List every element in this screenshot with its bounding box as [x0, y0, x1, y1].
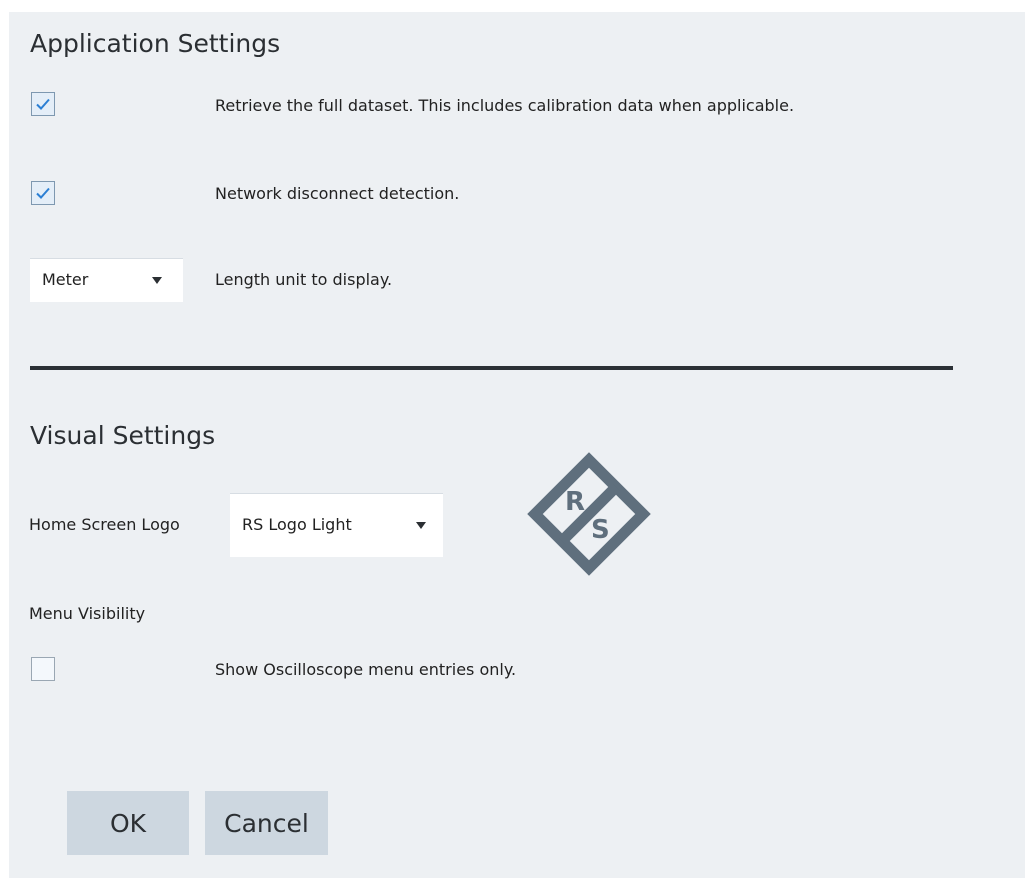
full-dataset-label: Retrieve the full dataset. This includes… [215, 96, 795, 115]
checkmark-icon [36, 98, 50, 110]
length-unit-value: Meter [42, 270, 89, 289]
network-disconnect-label: Network disconnect detection. [215, 184, 460, 203]
ok-button[interactable]: OK [67, 791, 189, 855]
full-dataset-checkbox[interactable] [31, 92, 55, 116]
settings-dialog: Application Settings Retrieve the full d… [9, 12, 1025, 878]
checkmark-icon [36, 187, 50, 199]
network-disconnect-checkbox[interactable] [31, 181, 55, 205]
length-unit-dropdown[interactable]: Meter [30, 258, 183, 302]
svg-text:R: R [565, 487, 585, 517]
cancel-button[interactable]: Cancel [205, 791, 328, 855]
oscilloscope-only-checkbox[interactable] [31, 657, 55, 681]
visual-settings-title: Visual Settings [30, 421, 216, 450]
length-unit-label: Length unit to display. [215, 270, 393, 289]
home-screen-logo-label: Home Screen Logo [29, 515, 180, 534]
dropdown-arrow-icon [152, 277, 162, 284]
dropdown-arrow-icon [416, 522, 426, 529]
home-screen-logo-dropdown[interactable]: RS Logo Light [230, 493, 443, 557]
home-screen-logo-value: RS Logo Light [242, 515, 352, 534]
oscilloscope-only-label: Show Oscilloscope menu entries only. [215, 660, 517, 679]
application-settings-title: Application Settings [30, 29, 281, 58]
rs-logo-icon: R S [527, 452, 651, 576]
svg-text:S: S [591, 515, 610, 545]
menu-visibility-label: Menu Visibility [29, 604, 146, 623]
section-divider [30, 366, 953, 370]
